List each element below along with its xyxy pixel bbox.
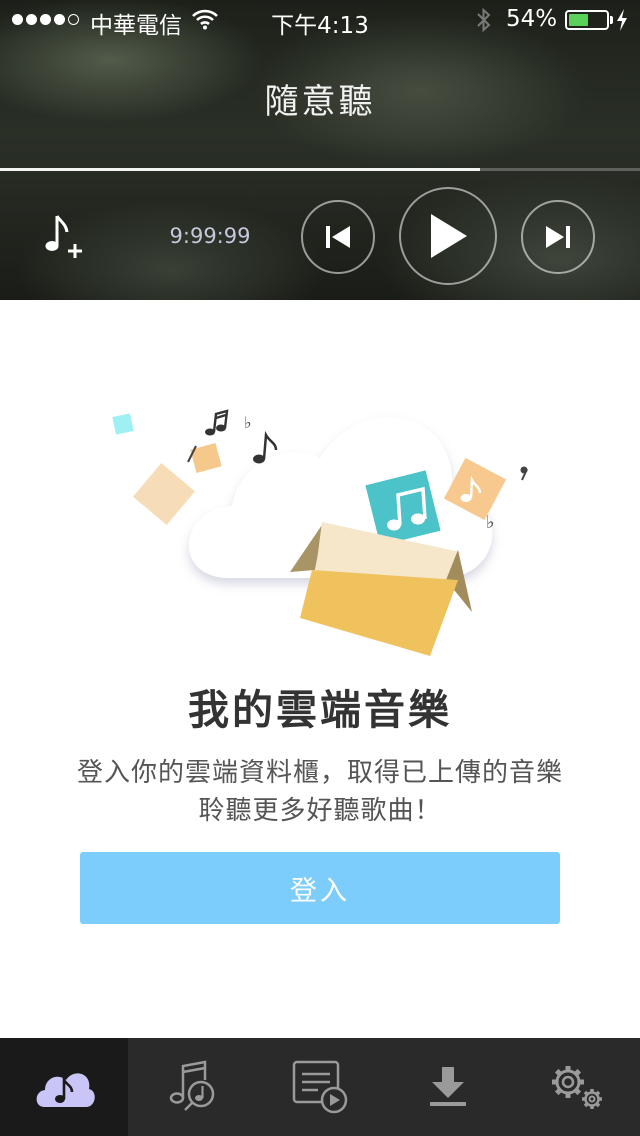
tab-settings[interactable] (512, 1038, 640, 1136)
add-to-playlist-icon[interactable] (40, 212, 86, 260)
tab-playlist[interactable] (256, 1038, 384, 1136)
play-button[interactable] (399, 187, 497, 285)
progress-bar[interactable] (0, 168, 640, 171)
tab-cloud-music[interactable] (0, 1038, 128, 1136)
next-icon (546, 226, 570, 248)
flat-symbol: ♭ (486, 512, 495, 533)
description-line-1: 登入你的雲端資料櫃，取得已上傳的音樂 (76, 758, 563, 788)
decor-square (133, 463, 195, 525)
play-icon (431, 214, 467, 258)
cloud-music-icon (36, 1073, 95, 1107)
music-library-icon (169, 1060, 215, 1111)
download-icon (430, 1067, 466, 1106)
battery-percent: 54% (506, 6, 558, 32)
previous-icon (326, 226, 350, 248)
tab-download[interactable] (384, 1038, 512, 1136)
tab-bar (0, 1038, 640, 1136)
settings-icon (552, 1066, 602, 1109)
progress-fill (0, 168, 480, 171)
player-header: 中華電信 下午4:13 54% 隨意聽 9:99:99 (0, 0, 640, 300)
description: 登入你的雲端資料櫃，取得已上傳的音樂 聆聽更多好聽歌曲！ (0, 754, 640, 830)
battery-tip (610, 16, 613, 24)
previous-track-button[interactable] (301, 200, 375, 274)
description-line-2: 聆聽更多好聽歌曲！ (198, 796, 442, 826)
login-button[interactable]: 登入 (80, 852, 560, 924)
decor-square (112, 413, 134, 435)
player-title: 隨意聽 (264, 82, 376, 122)
playlist-icon (292, 1060, 348, 1114)
beamed-notes-icon (205, 409, 229, 436)
bluetooth-icon (477, 7, 491, 33)
next-track-button[interactable] (521, 200, 595, 274)
charging-icon (617, 9, 627, 31)
elapsed-time: 9:99:99 (169, 224, 251, 248)
status-bar: 中華電信 下午4:13 54% (0, 0, 640, 40)
tab-music-library[interactable] (128, 1038, 256, 1136)
page-heading: 我的雲端音樂 (188, 686, 452, 734)
cloud-music-illustration: ♭ ♭ (112, 409, 528, 656)
battery-icon (565, 10, 609, 30)
eighth-rest-icon (520, 466, 528, 481)
flat-symbol: ♭ (244, 413, 252, 432)
